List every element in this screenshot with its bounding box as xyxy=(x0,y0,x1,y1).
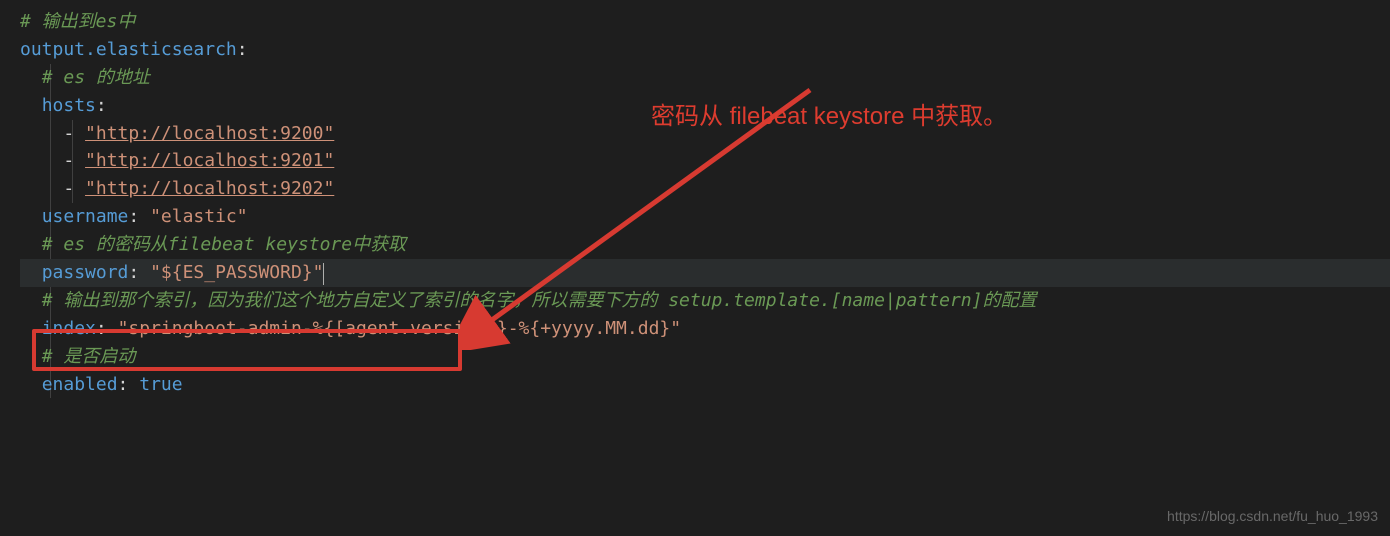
host-url-1: "http://localhost:9200" xyxy=(85,123,334,144)
yaml-key: username xyxy=(42,206,129,227)
code-line: - "http://localhost:9201" xyxy=(20,147,1390,175)
yaml-key: password xyxy=(42,262,129,283)
highlighted-code-line: password: "${ES_PASSWORD}" xyxy=(20,259,1390,287)
code-line: enabled: true xyxy=(20,371,1390,399)
code-editor[interactable]: # 输出到es中 output.elasticsearch: # es 的地址 … xyxy=(0,8,1390,398)
code-line: # 输出到那个索引，因为我们这个地方自定义了索引的名字，所以需要下方的 setu… xyxy=(20,287,1390,315)
code-line: # es 的地址 xyxy=(20,64,1390,92)
text-cursor xyxy=(323,263,324,285)
code-line: # es 的密码从filebeat keystore中获取 xyxy=(20,231,1390,259)
annotation-text: 密码从 filebeat keystore 中获取。 xyxy=(651,98,1007,135)
code-line: # 是否启动 xyxy=(20,343,1390,371)
comment: # 是否启动 xyxy=(42,346,136,367)
code-line: # 输出到es中 xyxy=(20,8,1390,36)
code-line: index: "springboot-admin-%{[agent.versio… xyxy=(20,315,1390,343)
yaml-key: hosts xyxy=(42,95,96,116)
string-value: "${ES_PASSWORD}" xyxy=(150,262,323,283)
host-url-3: "http://localhost:9202" xyxy=(85,178,334,199)
string-value: "springboot-admin-%{[agent.version]}-%{+… xyxy=(118,318,682,339)
comment: # 输出到es中 xyxy=(20,11,135,32)
comment: # 输出到那个索引，因为我们这个地方自定义了索引的名字，所以需要下方的 setu… xyxy=(42,290,1037,311)
watermark: https://blog.csdn.net/fu_huo_1993 xyxy=(1167,506,1378,528)
code-line: username: "elastic" xyxy=(20,203,1390,231)
yaml-key: output.elasticsearch xyxy=(20,39,237,60)
host-url-2: "http://localhost:9201" xyxy=(85,150,334,171)
code-line: output.elasticsearch: xyxy=(20,36,1390,64)
comment: # es 的地址 xyxy=(42,67,150,88)
comment: # es 的密码从filebeat keystore中获取 xyxy=(42,234,406,255)
code-line: - "http://localhost:9202" xyxy=(20,175,1390,203)
yaml-key: index xyxy=(42,318,96,339)
bool-value: true xyxy=(139,374,182,395)
yaml-key: enabled xyxy=(42,374,118,395)
string-value: "elastic" xyxy=(150,206,248,227)
